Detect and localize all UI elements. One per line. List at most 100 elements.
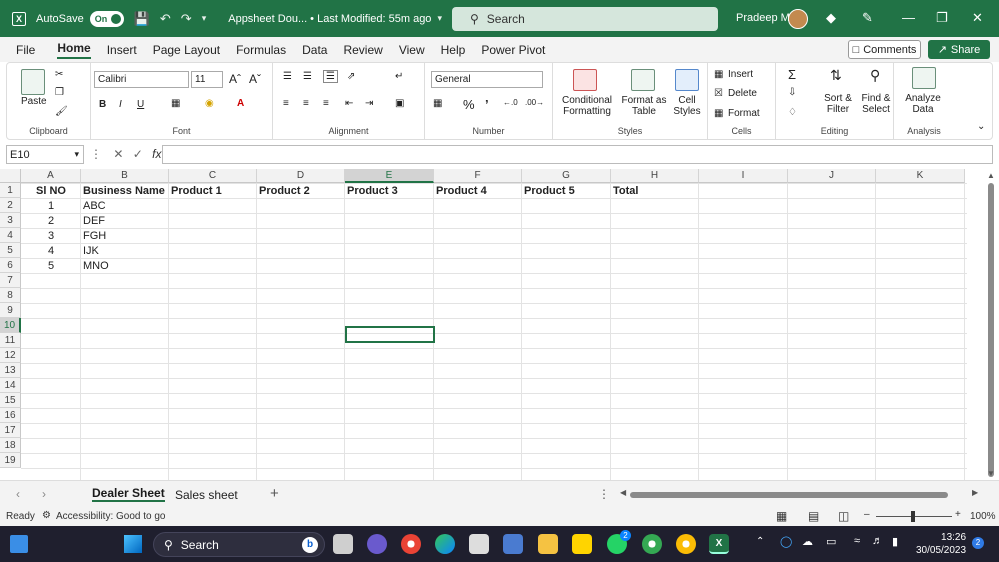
number-format-select[interactable]: General [431, 71, 543, 88]
business-name-cell[interactable]: MNO [83, 259, 167, 274]
wifi-icon[interactable]: ≈ [854, 535, 860, 547]
tab-review[interactable]: Review [343, 43, 382, 57]
analyze-data-icon[interactable] [912, 67, 936, 89]
cloud-icon[interactable]: ☁ [802, 535, 813, 548]
merge-center-icon[interactable]: ▣ [395, 98, 404, 109]
wrap-text-icon[interactable]: ↵ [395, 71, 403, 82]
tab-view[interactable]: View [399, 43, 425, 57]
sl-no-cell[interactable]: 2 [23, 214, 79, 229]
tab-power-pivot[interactable]: Power Pivot [481, 43, 545, 57]
align-right-icon[interactable]: ≡ [323, 98, 329, 109]
sl-no-cell[interactable]: 5 [23, 259, 79, 274]
header-cell[interactable]: Product 3 [347, 184, 432, 199]
document-title[interactable]: Appsheet Dou... • Last Modified: 55m ago [228, 13, 431, 25]
italic-icon[interactable]: I [119, 99, 122, 110]
tab-page-layout[interactable]: Page Layout [153, 43, 220, 57]
conditional-formatting-icon[interactable] [573, 69, 597, 91]
font-size-select[interactable]: 11 [191, 71, 223, 88]
analyze-data-button[interactable]: Analyze Data [898, 93, 948, 115]
notification-badge[interactable]: 2 [972, 537, 984, 549]
minimize-icon[interactable]: — [902, 10, 915, 25]
zoom-slider-thumb[interactable] [911, 511, 915, 522]
sl-no-cell[interactable]: 3 [23, 229, 79, 244]
row-header-12[interactable]: 12 [0, 348, 21, 363]
horizontal-scroll-thumb[interactable] [630, 492, 948, 498]
bold-icon[interactable]: B [99, 99, 106, 110]
tab-data[interactable]: Data [302, 43, 327, 57]
autosum-icon[interactable]: Σ [788, 67, 796, 82]
tab-help[interactable]: Help [441, 43, 466, 57]
next-sheet-icon[interactable]: › [42, 487, 46, 501]
tab-formulas[interactable]: Formulas [236, 43, 286, 57]
header-cell[interactable]: Product 4 [436, 184, 520, 199]
undo-icon[interactable]: ↶ [160, 11, 171, 27]
vertical-scrollbar[interactable]: ▲ ▼ [967, 169, 999, 480]
comments-button[interactable]: □ Comments [848, 40, 921, 59]
taskbar-clock[interactable]: 13:26 30/05/2023 [916, 531, 966, 557]
cancel-formula-icon[interactable]: ✕ [113, 147, 123, 161]
bing-icon[interactable]: b [302, 536, 318, 553]
excel-taskbar-icon[interactable]: X [709, 534, 729, 554]
align-top-icon[interactable]: ☰ [283, 71, 292, 82]
row-header-14[interactable]: 14 [0, 378, 21, 393]
selected-cell-e10[interactable] [345, 326, 435, 343]
confirm-formula-icon[interactable]: ✓ [133, 147, 143, 161]
business-name-cell[interactable]: IJK [83, 244, 167, 259]
business-name-cell[interactable]: DEF [83, 214, 167, 229]
app-icon[interactable] [503, 534, 523, 554]
select-all-corner[interactable] [0, 169, 21, 183]
save-icon[interactable]: 💾 [134, 11, 150, 27]
zoom-level[interactable]: 100% [970, 511, 996, 522]
fill-color-icon[interactable]: ◉ [205, 98, 214, 109]
format-painter-icon[interactable]: 🖌 [55, 106, 68, 117]
insert-function-icon[interactable]: fx [152, 147, 161, 161]
find-select-button[interactable]: Find & Select [856, 93, 896, 115]
formula-input[interactable] [162, 145, 993, 164]
chrome-icon[interactable] [401, 534, 421, 554]
orientation-icon[interactable]: ⇗ [347, 71, 355, 82]
page-break-view-icon[interactable]: ◫ [838, 509, 849, 523]
diamond-icon[interactable]: ◆ [826, 10, 836, 26]
volume-icon[interactable]: ♬ [872, 535, 883, 547]
header-cell[interactable]: Product 1 [171, 184, 255, 199]
row-header-13[interactable]: 13 [0, 363, 21, 378]
share-button[interactable]: ↗ Share [928, 40, 990, 59]
business-name-cell[interactable]: FGH [83, 229, 167, 244]
row-header-7[interactable]: 7 [0, 273, 21, 288]
row-header-10[interactable]: 10 [0, 318, 21, 333]
tab-file[interactable]: File [16, 43, 35, 57]
accounting-format-icon[interactable]: ▦ [433, 98, 442, 109]
power-icon[interactable]: ▮ [892, 535, 898, 548]
copy-icon[interactable]: ❐ [55, 87, 64, 98]
column-header-i[interactable]: I [699, 169, 788, 183]
comma-style-icon[interactable]: ’ [485, 97, 489, 112]
sheet-tab-dealer-sheet[interactable]: Dealer Sheet [92, 486, 165, 502]
qat-dropdown-icon[interactable]: ▾ [202, 13, 207, 24]
align-left-icon[interactable]: ≡ [283, 98, 289, 109]
conditional-formatting-button[interactable]: Conditional Formatting [557, 95, 617, 117]
cell-styles-button[interactable]: Cell Styles [669, 95, 705, 117]
fill-icon[interactable]: ⇩ [788, 87, 796, 98]
font-color-icon[interactable]: A [237, 98, 244, 109]
bluetooth-icon[interactable]: ◯ [780, 535, 792, 548]
find-icon[interactable]: ⚲ [870, 67, 880, 84]
chrome-profile-icon[interactable] [642, 534, 662, 554]
file-explorer-icon[interactable] [538, 534, 558, 554]
scroll-up-icon[interactable]: ▲ [987, 171, 995, 180]
column-header-f[interactable]: F [434, 169, 522, 183]
underline-icon[interactable]: U [137, 99, 144, 110]
cut-icon[interactable]: ✂ [55, 69, 63, 80]
search-box[interactable]: ⚲ Search [452, 7, 718, 31]
decrease-font-icon[interactable]: Aˇ [249, 72, 261, 86]
avatar[interactable] [788, 9, 808, 29]
column-header-e[interactable]: E [345, 169, 434, 183]
battery-icon[interactable]: ▭ [826, 535, 836, 548]
decrease-indent-icon[interactable]: ⇤ [345, 98, 353, 109]
horizontal-scrollbar[interactable]: ◀ ▶ [620, 488, 980, 501]
taskbar-search[interactable]: ⚲ Search b [153, 532, 325, 557]
column-header-g[interactable]: G [522, 169, 611, 183]
row-header-2[interactable]: 2 [0, 198, 21, 213]
sheet-options-icon[interactable]: ⋮ [598, 487, 610, 501]
scroll-left-icon[interactable]: ◀ [620, 488, 626, 497]
increase-decimal-icon[interactable]: ←.0 [503, 98, 518, 107]
